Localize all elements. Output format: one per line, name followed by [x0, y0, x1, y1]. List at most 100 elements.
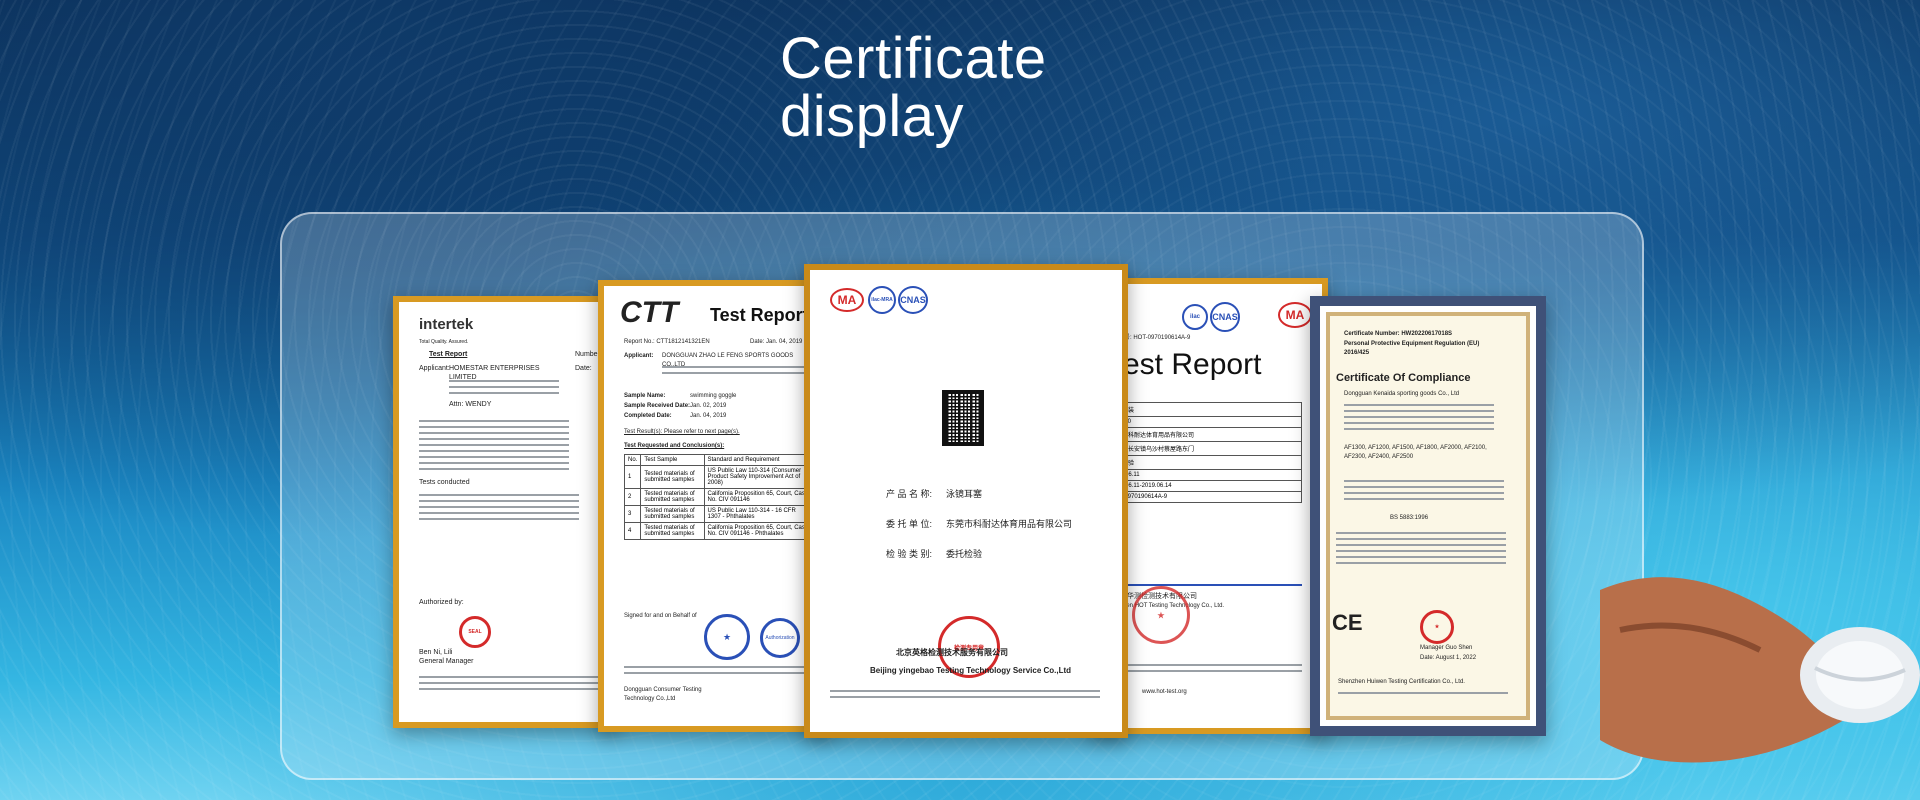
center-issuer-cn: 北京英格检测技术服务有限公司 — [896, 648, 1008, 657]
center-cnas-logo: CNAS — [898, 286, 928, 314]
swimmer-image — [1600, 577, 1920, 763]
certificate-center[interactable]: MA ilac-MRA CNAS 产 品 名 称: 泳镜耳塞 委 托 单 位: … — [804, 264, 1128, 738]
table-row: 3 Tested materials of submitted samples … — [623, 505, 815, 523]
hot-cell: 东莞市科耐达体育用品有限公司 — [1106, 427, 1302, 442]
certificate-ctt[interactable]: CTT Test Report Report No.: CTT181214132… — [598, 280, 834, 732]
ctt-cell: Tested materials of submitted samples — [640, 465, 705, 489]
ctt-th-sample: Test Sample — [640, 454, 705, 466]
table-row: 2019.06.11-2019.06.14 — [1106, 480, 1302, 492]
page-title-line2: display — [780, 84, 965, 149]
center-type: 委托检验 — [946, 549, 983, 559]
center-ma-logo: MA — [830, 288, 864, 312]
ctt-applicant-label: Applicant: — [624, 353, 654, 359]
table-row: HOT-0970190614A-9 — [1106, 491, 1302, 503]
hot-cnas-logo: CNAS — [1210, 302, 1240, 332]
table-row: 东莞市科耐达体育用品有限公司 — [1106, 427, 1302, 442]
hot-cell: 2019.06.11-2019.06.14 — [1106, 480, 1302, 492]
coc-seal: ★ — [1420, 610, 1454, 644]
ctt-results-table: No. Test Sample Standard and Requirement… — [623, 454, 815, 540]
hot-cell: AF2600 — [1106, 416, 1302, 428]
intertek-seal: SEAL — [459, 616, 491, 648]
hot-ma-logo: MA — [1278, 302, 1312, 328]
intertek-attn: Attn: WENDY — [449, 401, 492, 408]
table-row: 2019.06.11 — [1106, 469, 1302, 481]
hot-cell: HOT-0970190614A-9 — [1106, 491, 1302, 503]
hot-cell: 2019.06.11 — [1106, 469, 1302, 481]
ctt-report-no: Report No.: CTT1812141321EN — [624, 339, 710, 345]
table-row: 东莞市长安镇乌沙村蔡屋路东门 — [1106, 441, 1302, 456]
hot-cell: 东莞市长安镇乌沙村蔡屋路东门 — [1106, 441, 1302, 456]
center-type-label: 检 验 类 别: — [886, 549, 933, 559]
intertek-signer: Ben Ni, Lili — [419, 649, 453, 656]
intertek-heading: Test Report — [429, 351, 468, 358]
coc-applicant: Dongguan Kenaida sporting goods Co., Ltd — [1344, 391, 1460, 397]
hot-ilac-logo: ilac — [1182, 304, 1208, 330]
ctt-cell: 3 — [623, 505, 642, 523]
table-row: 4 Tested materials of submitted samples … — [623, 522, 815, 540]
ctt-seal-star: ★ — [704, 614, 750, 660]
intertek-signer-title: General Manager — [419, 658, 474, 665]
center-product: 泳镜耳塞 — [946, 489, 983, 499]
ctt-logo: CTT — [620, 296, 679, 329]
table-row: 委托检验 — [1106, 455, 1302, 470]
hot-cell: 委托检验 — [1106, 455, 1302, 470]
qr-code[interactable] — [942, 390, 984, 446]
ctt-footer: Dongguan Consumer Testing Technology Co.… — [624, 687, 702, 702]
coc-models: AF1300, AF1200, AF1500, AF1800, AF2000, … — [1344, 445, 1487, 460]
center-client-label: 委 托 单 位: — [886, 519, 933, 529]
center-issuer-en: Beijing yingebao Testing Technology Serv… — [870, 666, 1072, 675]
ctt-received: Jan. 02, 2019 — [690, 403, 727, 409]
ctt-cell: 2 — [623, 488, 642, 506]
hot-cell: 西装套装 — [1106, 402, 1302, 417]
center-ilac-logo: ilac-MRA — [868, 286, 896, 314]
ctt-seal-authorization: Authorization — [760, 618, 800, 658]
intertek-date-label: Date: — [575, 365, 592, 372]
page-title-line1: Certificate — [780, 26, 1047, 91]
ctt-completed-label: Completed Date: — [624, 413, 672, 419]
ctt-date: Date: Jan. 04, 2019 — [750, 339, 803, 345]
ce-mark: CE — [1332, 610, 1363, 635]
hot-red-seal: ★ — [1132, 586, 1190, 644]
table-row: 2 Tested materials of submitted samples … — [623, 488, 815, 506]
ctt-cell: US Public Law 110-314 (Consumer Product … — [703, 465, 815, 489]
certificate-intertek[interactable]: intertek Total Quality. Assured. Test Re… — [393, 296, 619, 728]
ctt-completed: Jan. 04, 2019 — [690, 413, 727, 419]
coc-regulation: Personal Protective Equipment Regulation… — [1344, 341, 1480, 356]
intertek-logo: intertek — [419, 316, 474, 333]
intertek-applicant-label: Applicant: — [419, 365, 450, 372]
hot-website: www.hot-test.org — [1142, 689, 1187, 695]
ctt-cell: US Public Law 110-314 - 16 CFR 1307 - Ph… — [703, 505, 815, 523]
ctt-signature-label: Signed for and on Behalf of — [624, 613, 697, 619]
ctt-table-caption: Test Requested and Conclusion(s): — [624, 443, 725, 449]
intertek-authorized-label: Authorized by: — [419, 599, 464, 606]
ctt-cell: 1 — [623, 465, 642, 489]
ctt-sample-name: swimming goggle — [690, 393, 737, 399]
table-row: 西装套装 — [1106, 402, 1302, 417]
ctt-sample-name-label: Sample Name: — [624, 393, 666, 399]
hot-divider — [1106, 584, 1302, 586]
ctt-heading: Test Report — [710, 305, 809, 325]
ctt-th-no: No. — [623, 454, 642, 466]
ctt-cell: California Proposition 65, Court, Case N… — [703, 522, 815, 540]
coc-standard: BS 5883:1996 — [1390, 515, 1429, 521]
coc-number: Certificate Number: HW20220617018S — [1344, 331, 1453, 337]
ctt-th-standard: Standard and Requirement — [703, 454, 815, 466]
hot-heading: Test Report — [1108, 348, 1262, 381]
ctt-received-label: Sample Received Date: — [624, 403, 691, 409]
table-row: AF2600 — [1106, 416, 1302, 428]
ctt-cell: Tested materials of submitted samples — [640, 505, 705, 523]
intertek-tests-label: Tests conducted — [419, 479, 470, 486]
coc-issuer: Shenzhen Huiwen Testing Certification Co… — [1338, 679, 1465, 685]
coc-heading: Certificate Of Compliance — [1336, 372, 1471, 384]
ctt-cell: Tested materials of submitted samples — [640, 522, 705, 540]
center-client: 东莞市科耐达体育用品有限公司 — [946, 519, 1073, 529]
intertek-tagline: Total Quality. Assured. — [419, 339, 469, 345]
hot-info-table: 西装套装 AF2600 东莞市科耐达体育用品有限公司 东莞市长安镇乌沙村蔡屋路东… — [1106, 402, 1302, 503]
table-row: 1 Tested materials of submitted samples … — [623, 465, 815, 489]
ctt-cell: Tested materials of submitted samples — [640, 488, 705, 506]
certificate-compliance[interactable]: Certificate Number: HW20220617018S Perso… — [1310, 296, 1546, 736]
page-title: Certificate display — [780, 30, 1047, 146]
coc-signer: Manager Guo Shen — [1420, 645, 1473, 651]
ctt-cell: California Proposition 65, Court, Case N… — [703, 488, 815, 506]
coc-date: Date: August 1, 2022 — [1420, 655, 1477, 661]
